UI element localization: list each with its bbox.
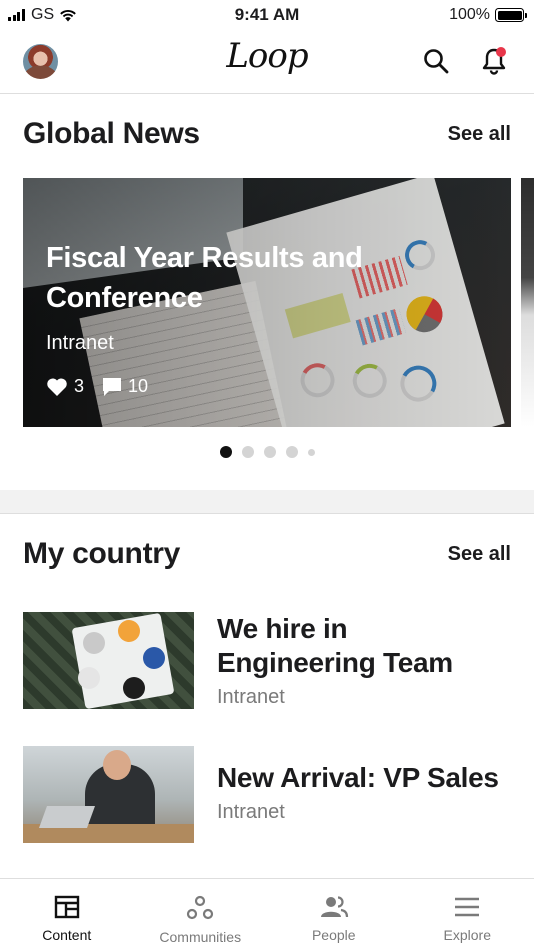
status-right: 100% xyxy=(449,6,527,24)
top-nav: Loop xyxy=(0,30,534,94)
battery-percent: 100% xyxy=(449,6,490,23)
featured-news-source: Intranet xyxy=(46,332,114,354)
list-item[interactable]: We hire in Engineering Team Intranet xyxy=(23,612,513,710)
content-icon xyxy=(54,895,79,919)
communities-icon xyxy=(187,895,214,920)
featured-news-stats: 3 10 xyxy=(46,376,166,397)
tab-label: Explore xyxy=(443,927,491,943)
list-item-title[interactable]: New Arrival: VP Sales xyxy=(217,761,513,795)
list-item-text: New Arrival: VP Sales Intranet xyxy=(217,761,513,824)
list-item-title[interactable]: We hire in Engineering Team xyxy=(217,612,513,680)
carousel-dot[interactable] xyxy=(307,448,315,456)
carousel-dot[interactable] xyxy=(263,446,276,458)
notification-badge xyxy=(496,47,506,57)
tab-label: Content xyxy=(42,927,92,943)
like-count[interactable]: 3 xyxy=(46,376,84,397)
see-all-global-news-button[interactable]: See all xyxy=(448,123,511,146)
section-title-global-news: Global News xyxy=(23,117,200,150)
comment-count-value: 10 xyxy=(128,376,149,396)
heart-icon xyxy=(47,377,67,396)
featured-news-title[interactable]: Fiscal Year Results and Conference xyxy=(46,238,406,318)
carousel-dot[interactable] xyxy=(285,446,298,458)
battery-icon xyxy=(495,8,527,22)
search-button[interactable] xyxy=(418,43,454,79)
carousel-pagination xyxy=(0,446,534,458)
see-all-my-country-button[interactable]: See all xyxy=(448,543,511,566)
featured-news-card[interactable]: Fiscal Year Results and Conference Intra… xyxy=(23,178,511,427)
tab-people[interactable]: People xyxy=(267,879,401,950)
list-item-source: Intranet xyxy=(217,801,285,823)
my-country-header: My country See all xyxy=(23,537,511,571)
tab-explore[interactable]: Explore xyxy=(401,879,534,950)
people-icon xyxy=(320,896,348,918)
bottom-tab-bar: Content Communities People Explore xyxy=(0,878,534,950)
comment-icon xyxy=(103,377,122,396)
status-bar: GS 9:41 AM 100% xyxy=(0,0,534,30)
list-item-source: Intranet xyxy=(217,686,285,708)
news-thumbnail xyxy=(23,746,194,843)
section-title-my-country: My country xyxy=(23,537,181,570)
tab-label: Communities xyxy=(159,929,242,945)
news-thumbnail xyxy=(23,612,194,709)
comment-count[interactable]: 10 xyxy=(102,376,148,397)
carousel-dot[interactable] xyxy=(241,446,254,458)
notifications-button[interactable] xyxy=(476,43,512,79)
global-news-header: Global News See all xyxy=(23,117,511,151)
next-news-card-peek[interactable] xyxy=(521,178,534,427)
list-item-text: We hire in Engineering Team Intranet xyxy=(217,612,513,709)
search-icon xyxy=(424,49,449,74)
section-divider xyxy=(0,490,534,514)
list-item[interactable]: New Arrival: VP Sales Intranet xyxy=(23,746,513,844)
like-count-value: 3 xyxy=(74,376,85,396)
carousel-dot[interactable] xyxy=(219,446,232,458)
tab-label: People xyxy=(311,927,356,943)
tab-content[interactable]: Content xyxy=(0,879,134,950)
menu-icon xyxy=(455,897,480,917)
tab-communities[interactable]: Communities xyxy=(134,879,268,950)
